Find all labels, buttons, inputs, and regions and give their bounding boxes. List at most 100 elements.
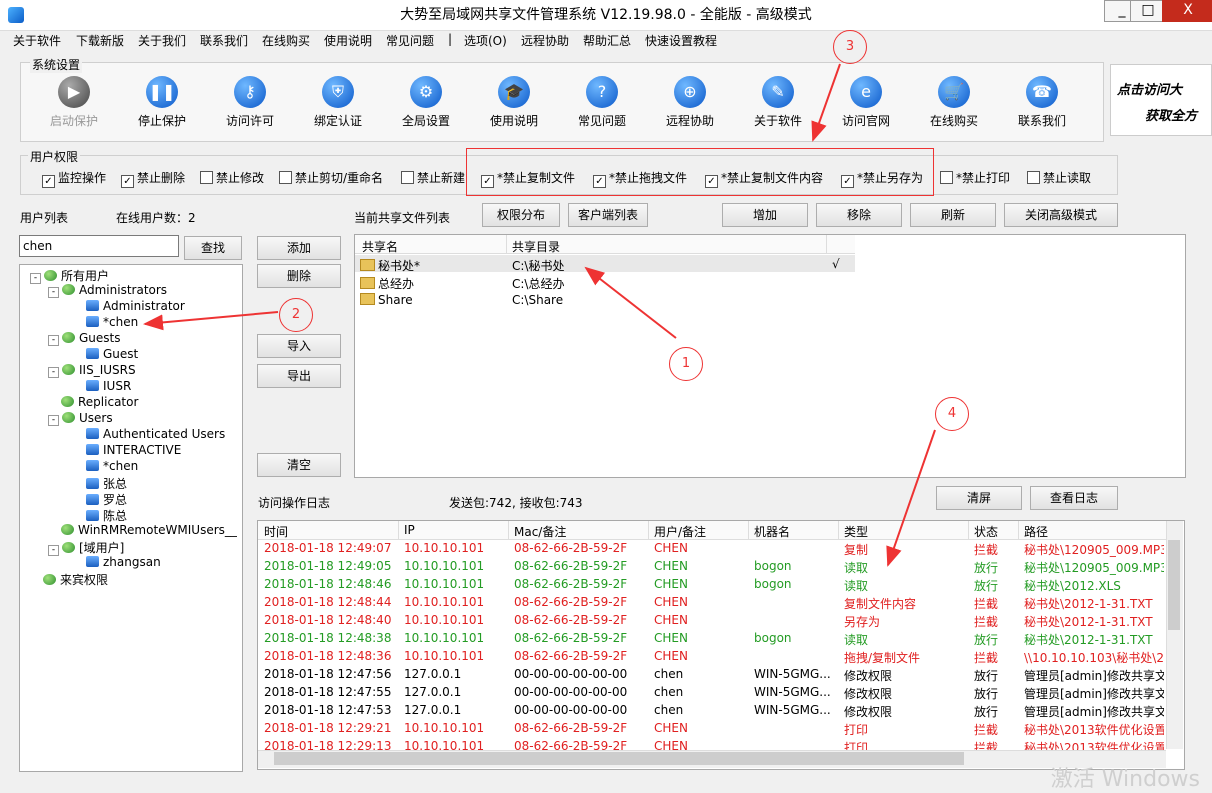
user-tree-item[interactable]: *chen: [86, 315, 138, 329]
toolbar-button-0[interactable]: ▶ 启动保护: [34, 76, 114, 132]
permission-checkbox-3[interactable]: 禁止剪切/重命名: [279, 169, 383, 186]
collapse-toggle-icon[interactable]: -: [48, 335, 59, 346]
log-column-header[interactable]: IP: [404, 523, 415, 537]
view-log-button[interactable]: 查看日志: [1030, 486, 1118, 510]
refresh-button[interactable]: 刷新: [910, 203, 996, 227]
collapse-toggle-icon[interactable]: -: [30, 273, 41, 284]
menu-faq[interactable]: 常见问题: [386, 32, 434, 49]
permission-checkbox-10[interactable]: 禁止读取: [1027, 169, 1091, 186]
menu-about-software[interactable]: 关于软件: [13, 32, 61, 49]
log-row[interactable]: 2018-01-18 12:48:36 10.10.10.101 08-62-66-…: [258, 649, 1168, 667]
toolbar-button-6[interactable]: ? 常见问题: [562, 76, 642, 132]
permission-checkbox-9[interactable]: *禁止打印: [940, 169, 1010, 186]
maximize-button[interactable]: □: [1130, 0, 1166, 22]
log-row[interactable]: 2018-01-18 12:48:44 10.10.10.101 08-62-66-…: [258, 595, 1168, 613]
log-column-header[interactable]: Mac/备注: [514, 523, 566, 540]
permission-checkbox-2[interactable]: 禁止修改: [200, 169, 264, 186]
share-name-column-header[interactable]: 共享名: [362, 238, 398, 255]
toolbar-button-10[interactable]: 🛒 在线购买: [914, 76, 994, 132]
clear-screen-button[interactable]: 清屏: [936, 486, 1022, 510]
export-button[interactable]: 导出: [257, 364, 341, 388]
add-user-button[interactable]: 添加: [257, 236, 341, 260]
menu-download[interactable]: 下载新版: [76, 32, 124, 49]
user-tree-item[interactable]: IUSR: [86, 379, 131, 393]
user-tree-item[interactable]: - IIS_IUSRS: [48, 363, 136, 378]
log-vscroll-thumb[interactable]: [1168, 540, 1180, 630]
menu-help[interactable]: 帮助汇总: [583, 32, 631, 49]
collapse-toggle-icon[interactable]: -: [48, 287, 59, 298]
share-dir-column-header[interactable]: 共享目录: [512, 238, 560, 255]
user-tree-item[interactable]: - Guests: [48, 331, 121, 346]
user-tree-item[interactable]: 张总: [86, 475, 127, 492]
checkbox-checked-icon[interactable]: ✓: [121, 175, 134, 188]
log-column-header[interactable]: 状态: [974, 523, 998, 540]
collapse-toggle-icon[interactable]: -: [48, 415, 59, 426]
permission-checkbox-0[interactable]: ✓ 监控操作: [42, 169, 106, 188]
checkbox-unchecked-icon[interactable]: [200, 171, 213, 184]
menu-about-us[interactable]: 关于我们: [138, 32, 186, 49]
toolbar-button-1[interactable]: ❚❚ 停止保护: [122, 76, 202, 132]
promo-banner[interactable]: 点击访问大 获取全方: [1110, 64, 1212, 136]
menu-remote[interactable]: 远程协助: [521, 32, 569, 49]
log-row[interactable]: 2018-01-18 12:48:40 10.10.10.101 08-62-66-…: [258, 613, 1168, 631]
toolbar-button-5[interactable]: 🎓 使用说明: [474, 76, 554, 132]
user-tree-item[interactable]: WinRMRemoteWMIUsers__: [48, 523, 237, 537]
user-tree-item[interactable]: - 所有用户: [30, 267, 109, 284]
toolbar-button-3[interactable]: ⛨ 绑定认证: [298, 76, 378, 132]
toolbar-button-7[interactable]: ⊕ 远程协助: [650, 76, 730, 132]
checkbox-unchecked-icon[interactable]: [940, 171, 953, 184]
checkbox-unchecked-icon[interactable]: [279, 171, 292, 184]
checkbox-unchecked-icon[interactable]: [1027, 171, 1040, 184]
toolbar-button-11[interactable]: ☎ 联系我们: [1002, 76, 1082, 132]
user-tree-item[interactable]: zhangsan: [86, 555, 161, 569]
checkbox-unchecked-icon[interactable]: [401, 171, 414, 184]
log-hscroll-thumb[interactable]: [274, 752, 964, 765]
search-button[interactable]: 查找: [184, 236, 242, 260]
toolbar-button-9[interactable]: e 访问官网: [826, 76, 906, 132]
client-list-button[interactable]: 客户端列表: [568, 203, 648, 227]
user-tree-item[interactable]: Replicator: [48, 395, 138, 409]
toolbar-button-8[interactable]: ✎ 关于软件: [738, 76, 818, 132]
user-tree-item[interactable]: - Administrators: [48, 283, 167, 298]
log-column-header[interactable]: 机器名: [754, 523, 790, 540]
close-advanced-mode-button[interactable]: 关闭高级模式: [1004, 203, 1118, 227]
user-tree-item[interactable]: 罗总: [86, 491, 127, 508]
menu-manual[interactable]: 使用说明: [324, 32, 372, 49]
close-button[interactable]: X: [1162, 0, 1212, 22]
log-row[interactable]: 2018-01-18 12:47:56 127.0.0.1 00-00-00-00-…: [258, 667, 1168, 685]
permission-checkbox-4[interactable]: 禁止新建: [401, 169, 465, 186]
user-tree-item[interactable]: Administrator: [86, 299, 185, 313]
share-row[interactable]: Share: [360, 293, 413, 307]
user-tree-item[interactable]: INTERACTIVE: [86, 443, 181, 457]
user-tree-item[interactable]: Authenticated Users: [86, 427, 225, 441]
clear-users-button[interactable]: 清空: [257, 453, 341, 477]
delete-user-button[interactable]: 删除: [257, 264, 341, 288]
menu-contact[interactable]: 联系我们: [200, 32, 248, 49]
user-tree-item[interactable]: - Users: [48, 411, 113, 426]
share-row[interactable]: 秘书处*: [360, 257, 420, 274]
log-column-header[interactable]: 类型: [844, 523, 868, 540]
remove-share-button[interactable]: 移除: [816, 203, 902, 227]
log-column-header[interactable]: 路径: [1024, 523, 1048, 540]
toolbar-button-2[interactable]: ⚷ 访问许可: [210, 76, 290, 132]
user-tree-item[interactable]: 陈总: [86, 507, 127, 524]
log-row[interactable]: 2018-01-18 12:48:38 10.10.10.101 08-62-66-…: [258, 631, 1168, 649]
permission-checkbox-1[interactable]: ✓ 禁止删除: [121, 169, 185, 188]
log-column-header[interactable]: 时间: [264, 523, 288, 540]
checkbox-checked-icon[interactable]: ✓: [42, 175, 55, 188]
permission-distribution-button[interactable]: 权限分布: [482, 203, 560, 227]
log-row[interactable]: 2018-01-18 12:47:55 127.0.0.1 00-00-00-00-…: [258, 685, 1168, 703]
import-button[interactable]: 导入: [257, 334, 341, 358]
user-search-input[interactable]: [19, 235, 179, 257]
add-share-button[interactable]: 增加: [722, 203, 808, 227]
log-row[interactable]: 2018-01-18 12:48:46 10.10.10.101 08-62-66-…: [258, 577, 1168, 595]
menu-buy[interactable]: 在线购买: [262, 32, 310, 49]
collapse-toggle-icon[interactable]: -: [48, 545, 59, 556]
log-row[interactable]: 2018-01-18 12:49:07 10.10.10.101 08-62-66-…: [258, 541, 1168, 559]
toolbar-button-4[interactable]: ⚙ 全局设置: [386, 76, 466, 132]
log-column-header[interactable]: 用户/备注: [654, 523, 706, 540]
collapse-toggle-icon[interactable]: -: [48, 367, 59, 378]
user-tree-item[interactable]: - [域用户]: [48, 539, 124, 556]
log-row[interactable]: 2018-01-18 12:29:21 10.10.10.101 08-62-66-…: [258, 721, 1168, 739]
menu-options[interactable]: 选项(O): [464, 32, 507, 49]
